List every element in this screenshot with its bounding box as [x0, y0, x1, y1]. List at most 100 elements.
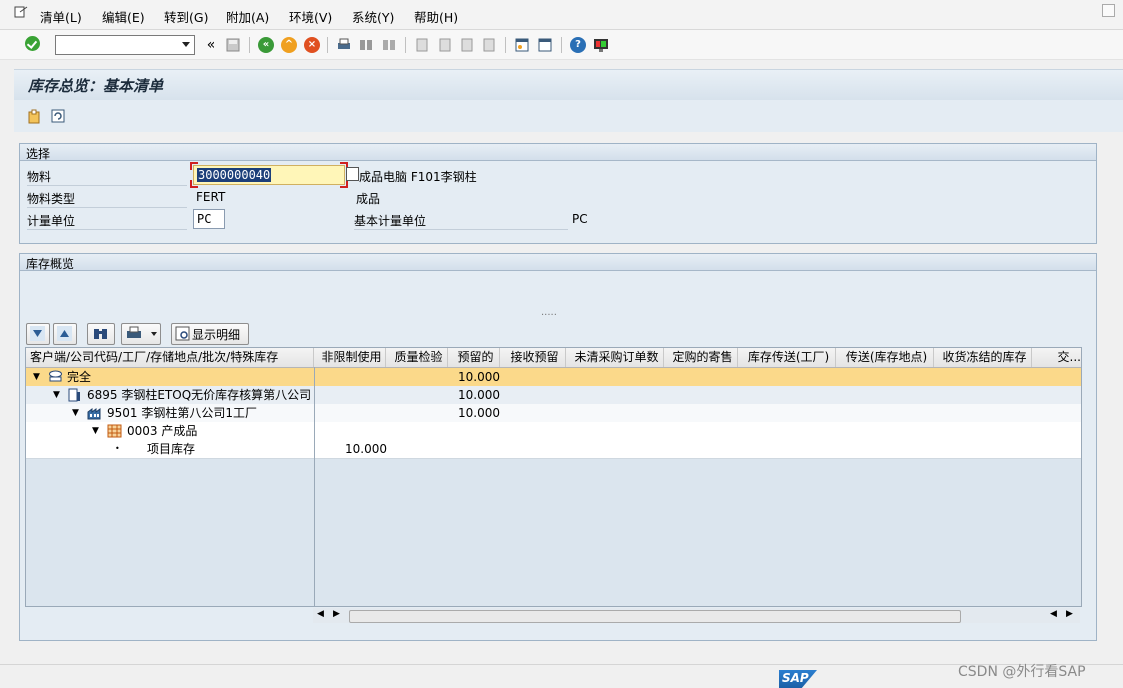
- column-header-gr-blocked[interactable]: 收货冻结的库存: [934, 348, 1032, 367]
- uom-label: 计量单位: [27, 212, 187, 230]
- layout-menu-icon[interactable]: [593, 37, 609, 53]
- exit-icon[interactable]: ^: [281, 37, 297, 53]
- expand-all-button[interactable]: [26, 323, 50, 345]
- menu-environment[interactable]: 环境(V): [289, 7, 332, 26]
- toolbar-separator: [561, 37, 562, 53]
- tree-toggle-icon[interactable]: ▼: [33, 368, 40, 386]
- menu-system[interactable]: 系统(Y): [352, 7, 394, 26]
- row-label: 完全: [67, 370, 92, 384]
- toolbar-separator: [405, 37, 406, 53]
- find-button[interactable]: [87, 323, 115, 345]
- column-header-hierarchy[interactable]: 客户端/公司代码/工厂/存储地点/批次/特殊库存: [26, 348, 314, 367]
- last-page-icon[interactable]: [481, 37, 497, 53]
- material-type-description: 成品: [356, 192, 381, 206]
- watermark: CSDN @外行看SAP: [958, 664, 1086, 680]
- table-row[interactable]: ▼ 6895 李钢柱ETOQ无价库存核算第八公司 10.000: [26, 386, 1081, 405]
- cancel-icon[interactable]: ×: [304, 37, 320, 53]
- cell-reserved: [448, 422, 500, 440]
- stock-overview-header: 库存概览: [20, 254, 1096, 271]
- collapse-icon: [57, 326, 72, 341]
- splitter-handle[interactable]: ·····: [541, 310, 557, 321]
- column-header-more[interactable]: 交...: [1032, 348, 1081, 367]
- horizontal-scrollbar[interactable]: ◀ ▶ ◀ ▶: [313, 608, 1080, 623]
- cell-unrestricted: [315, 404, 381, 422]
- previous-page-icon[interactable]: [437, 37, 453, 53]
- find-icon[interactable]: [358, 37, 374, 53]
- table-row[interactable]: ▼ 完全 10.000: [26, 368, 1081, 387]
- cell-reserved: 10.000: [458, 370, 500, 384]
- column-header-consignment[interactable]: 定购的寄售: [664, 348, 738, 367]
- window-control-icon[interactable]: [1102, 4, 1115, 17]
- command-field[interactable]: [55, 35, 195, 55]
- print-button[interactable]: [121, 323, 161, 345]
- material-type-label: 物料类型: [27, 190, 187, 208]
- toolbar-separator: [505, 37, 506, 53]
- page-title: 库存总览：基本清单: [28, 77, 164, 95]
- column-header-quality[interactable]: 质量检验: [386, 348, 448, 367]
- expand-icon: [30, 326, 45, 341]
- cell-unrestricted: [315, 386, 381, 404]
- column-header-reserved[interactable]: 预留的: [448, 348, 500, 367]
- history-collapse-icon[interactable]: «: [203, 37, 219, 53]
- collapse-all-button[interactable]: [53, 323, 77, 345]
- create-session-icon[interactable]: [514, 37, 530, 53]
- shortcut-icon[interactable]: [537, 37, 553, 53]
- cell-quality: [386, 386, 443, 404]
- detail-icon: [175, 326, 190, 341]
- tree-toggle-icon[interactable]: ▼: [72, 404, 79, 422]
- menu-edit[interactable]: 编辑(E): [102, 7, 145, 26]
- cell-quality: [386, 422, 443, 440]
- chevron-down-icon[interactable]: [182, 42, 190, 47]
- chevron-down-icon[interactable]: [151, 332, 157, 336]
- f4-help-icon[interactable]: [346, 167, 359, 181]
- display-detail-label: 显示明细: [192, 328, 241, 342]
- system-toolbar: « « ^ × ?: [0, 30, 1123, 60]
- table-row[interactable]: • 项目库存 10.000: [26, 440, 1081, 459]
- column-header-transfer-plant[interactable]: 库存传送(工厂): [738, 348, 836, 367]
- cell-reserved: 10.000: [458, 406, 500, 420]
- sap-logo: SAP: [779, 670, 817, 688]
- scroll-right-icon[interactable]: ▶: [333, 609, 340, 619]
- material-input[interactable]: 3000000040: [193, 165, 345, 185]
- column-header-transfer-sloc[interactable]: 传送(库存地点): [836, 348, 934, 367]
- scroll-left-icon[interactable]: ◀: [317, 609, 324, 619]
- refresh-icon[interactable]: [50, 108, 66, 124]
- table-row[interactable]: ▼ 9501 李钢柱第八公司1工厂 10.000: [26, 404, 1081, 423]
- uom-input[interactable]: PC: [193, 209, 225, 229]
- back-icon[interactable]: «: [258, 37, 274, 53]
- menu-list[interactable]: 清单(L): [40, 7, 82, 26]
- save-icon[interactable]: [225, 37, 241, 53]
- find-next-icon[interactable]: [381, 37, 397, 53]
- print-icon[interactable]: [336, 37, 352, 53]
- tree-toggle-icon[interactable]: ▼: [92, 422, 99, 440]
- menu-goto[interactable]: 转到(G): [164, 7, 208, 26]
- row-label: 9501 李钢柱第八公司1工厂: [107, 406, 257, 420]
- column-header-receipt-reserved[interactable]: 接收预留: [500, 348, 566, 367]
- column-header-open-po[interactable]: 未清采购订单数: [566, 348, 664, 367]
- scroll-right-icon[interactable]: ▶: [1066, 609, 1073, 619]
- menu-help[interactable]: 帮助(H): [414, 7, 458, 26]
- menu-extras[interactable]: 附加(A): [226, 7, 269, 26]
- column-header-unrestricted[interactable]: 非限制使用: [314, 348, 386, 367]
- table-row[interactable]: ▼ 0003 产成品: [26, 422, 1081, 441]
- enter-icon[interactable]: [25, 36, 40, 51]
- base-uom-value: PC: [572, 212, 588, 226]
- tree-toggle-icon[interactable]: ▼: [53, 386, 60, 404]
- print-icon: [127, 326, 141, 338]
- plant-icon: [87, 408, 101, 420]
- grid-header: 客户端/公司代码/工厂/存储地点/批次/特殊库存 非限制使用 质量检验 预留的 …: [26, 348, 1081, 368]
- help-icon[interactable]: ?: [570, 37, 586, 53]
- first-page-icon[interactable]: [414, 37, 430, 53]
- display-detail-button[interactable]: 显示明细: [171, 323, 249, 345]
- uom-input-value: PC: [197, 212, 212, 226]
- material-input-value: 3000000040: [197, 168, 272, 182]
- menu-doc-icon[interactable]: [14, 6, 28, 18]
- row-label: 6895 李钢柱ETOQ无价库存核算第八公司: [87, 388, 312, 402]
- sap-logo-text: SAP: [782, 671, 809, 685]
- new-selection-icon[interactable]: [26, 108, 42, 124]
- scroll-left-icon[interactable]: ◀: [1050, 609, 1057, 619]
- row-label: 0003 产成品: [127, 424, 198, 438]
- next-page-icon[interactable]: [459, 37, 475, 53]
- scrollbar-thumb[interactable]: [349, 610, 961, 623]
- cell-quality: [386, 368, 443, 386]
